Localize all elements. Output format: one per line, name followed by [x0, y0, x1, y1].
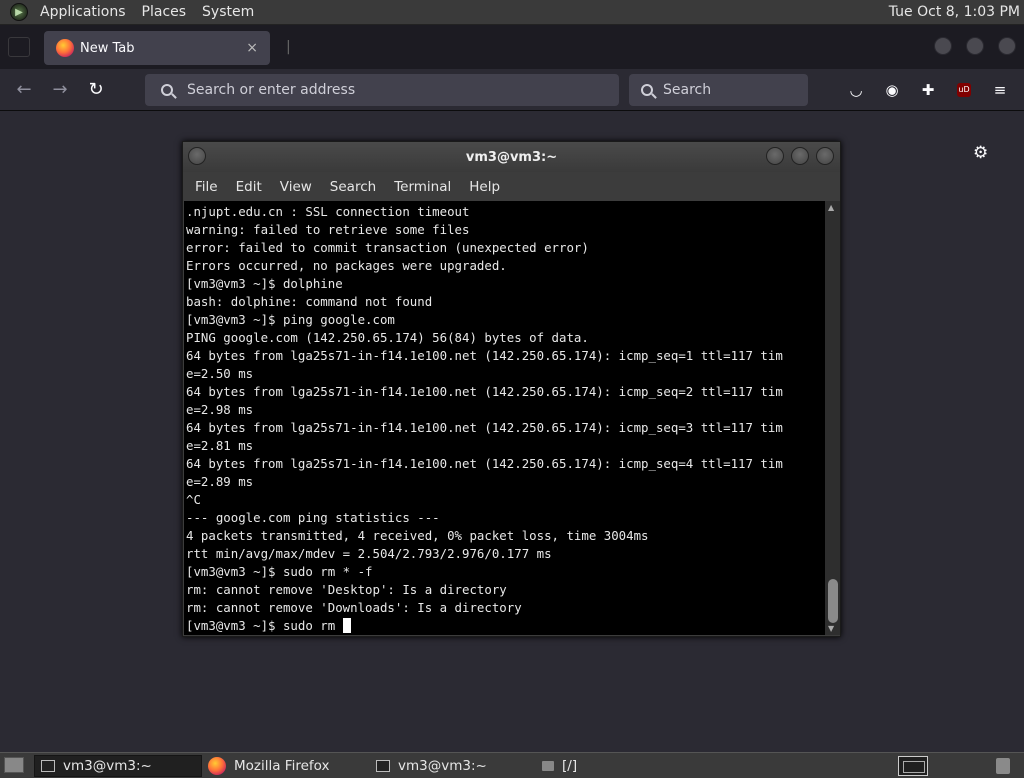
- places-menu[interactable]: Places: [134, 0, 195, 25]
- browser-tab-bar: New Tab × |: [0, 25, 1024, 69]
- terminal-line: [vm3@vm3 ~]$ ping google.com: [186, 312, 395, 327]
- panel-clock[interactable]: Tue Oct 8, 1:03 PM: [889, 4, 1024, 20]
- terminal-line: error: failed to commit transaction (une…: [186, 240, 589, 255]
- menu-view[interactable]: View: [271, 179, 321, 195]
- extensions-icon[interactable]: ✚: [918, 80, 938, 100]
- firefox-view-icon[interactable]: [8, 37, 30, 57]
- system-menu[interactable]: System: [194, 0, 262, 25]
- terminal-prompt-line: [vm3@vm3 ~]$ sudo rm: [186, 618, 343, 633]
- terminal-line: 64 bytes from lga25s71-in-f14.1e100.net …: [186, 420, 783, 435]
- taskbar-item-terminal[interactable]: vm3@vm3:~: [34, 755, 202, 777]
- terminal-menubar: File Edit View Search Terminal Help: [183, 172, 840, 201]
- url-placeholder: Search or enter address: [187, 82, 356, 98]
- window-menu-button[interactable]: [188, 147, 206, 165]
- minimize-button[interactable]: [934, 37, 952, 55]
- search-icon: [161, 84, 173, 96]
- url-bar[interactable]: Search or enter address: [145, 74, 619, 106]
- bottom-panel: vm3@vm3:~ Mozilla Firefox vm3@vm3:~ [/]: [0, 752, 1024, 778]
- terminal-window[interactable]: vm3@vm3:~ File Edit View Search Terminal…: [182, 141, 841, 637]
- ublock-icon[interactable]: uD: [957, 83, 971, 97]
- taskbar-item-label: [/]: [562, 758, 578, 774]
- menu-search[interactable]: Search: [321, 179, 385, 195]
- menu-edit[interactable]: Edit: [227, 179, 271, 195]
- terminal-cursor: [342, 618, 351, 633]
- terminal-line: ^C: [186, 492, 201, 507]
- terminal-line: --- google.com ping statistics ---: [186, 510, 440, 525]
- terminal-line: [vm3@vm3 ~]$ dolphine: [186, 276, 343, 291]
- maximize-button[interactable]: [966, 37, 984, 55]
- terminal-title: vm3@vm3:~: [465, 149, 558, 165]
- applications-logo-icon[interactable]: ▶: [10, 3, 28, 21]
- terminal-line: 64 bytes from lga25s71-in-f14.1e100.net …: [186, 348, 783, 363]
- close-icon[interactable]: ×: [246, 40, 258, 56]
- search-placeholder: Search: [663, 82, 712, 98]
- terminal-line: [vm3@vm3 ~]$ sudo rm * -f: [186, 564, 373, 579]
- pocket-icon[interactable]: ◡: [846, 80, 866, 100]
- top-panel: ▶ Applications Places System Tue Oct 8, …: [0, 0, 1024, 25]
- menu-file[interactable]: File: [186, 179, 227, 195]
- new-tab-button[interactable]: |: [286, 39, 291, 55]
- back-arrow-icon[interactable]: ←: [12, 78, 36, 102]
- firefox-icon: [56, 39, 74, 57]
- scroll-down-icon[interactable]: ▼: [828, 624, 834, 633]
- terminal-line: bash: dolphine: command not found: [186, 294, 433, 309]
- tab-title: New Tab: [80, 40, 135, 56]
- terminal-icon: [376, 760, 390, 772]
- terminal-line: rm: cannot remove 'Downloads': Is a dire…: [186, 600, 522, 615]
- terminal-line: .njupt.edu.cn : SSL connection timeout: [186, 204, 470, 219]
- terminal-line: rtt min/avg/max/mdev = 2.504/2.793/2.976…: [186, 546, 552, 561]
- maximize-button[interactable]: [791, 147, 809, 165]
- tab-new-tab[interactable]: New Tab ×: [44, 31, 270, 65]
- taskbar-item-label: Mozilla Firefox: [234, 758, 330, 774]
- applications-menu[interactable]: Applications: [32, 0, 134, 25]
- gear-icon[interactable]: ⚙: [973, 143, 988, 163]
- window-controls: [934, 37, 1016, 55]
- taskbar-item-terminal-2[interactable]: vm3@vm3:~: [370, 755, 534, 777]
- browser-nav-bar: ← → ↻ Search or enter address Search ◡ ◉…: [0, 69, 1024, 111]
- search-input[interactable]: Search: [629, 74, 808, 106]
- taskbar-item-files[interactable]: [/]: [536, 755, 706, 777]
- terminal-line: e=2.98 ms: [186, 402, 254, 417]
- taskbar-item-label: vm3@vm3:~: [63, 758, 152, 774]
- reload-icon[interactable]: ↻: [84, 78, 108, 102]
- menu-terminal[interactable]: Terminal: [385, 179, 460, 195]
- close-window-button[interactable]: [998, 37, 1016, 55]
- terminal-line: 64 bytes from lga25s71-in-f14.1e100.net …: [186, 384, 783, 399]
- terminal-screen[interactable]: .njupt.edu.cn : SSL connection timeout w…: [184, 201, 825, 635]
- taskbar-item-firefox[interactable]: Mozilla Firefox: [204, 755, 366, 777]
- firefox-icon: [208, 757, 226, 775]
- terminal-line: 64 bytes from lga25s71-in-f14.1e100.net …: [186, 456, 783, 471]
- menu-help[interactable]: Help: [460, 179, 509, 195]
- terminal-line: PING google.com (142.250.65.174) 56(84) …: [186, 330, 589, 345]
- search-icon: [641, 84, 653, 96]
- forward-arrow-icon[interactable]: →: [48, 78, 72, 102]
- terminal-titlebar[interactable]: vm3@vm3:~: [183, 142, 840, 172]
- trash-icon[interactable]: [996, 758, 1010, 774]
- terminal-line: rm: cannot remove 'Desktop': Is a direct…: [186, 582, 507, 597]
- terminal-line: 4 packets transmitted, 4 received, 0% pa…: [186, 528, 649, 543]
- menu-hamburger-icon[interactable]: ≡: [990, 80, 1010, 100]
- scroll-up-icon[interactable]: ▲: [828, 203, 834, 212]
- account-icon[interactable]: ◉: [882, 80, 902, 100]
- terminal-line: e=2.50 ms: [186, 366, 254, 381]
- terminal-line: Errors occurred, no packages were upgrad…: [186, 258, 507, 273]
- terminal-line: e=2.81 ms: [186, 438, 254, 453]
- scrollbar-thumb[interactable]: [828, 579, 838, 623]
- terminal-line: e=2.89 ms: [186, 474, 254, 489]
- show-desktop-icon[interactable]: [4, 757, 24, 773]
- terminal-output: .njupt.edu.cn : SSL connection timeout w…: [184, 201, 825, 635]
- close-button[interactable]: [816, 147, 834, 165]
- minimize-button[interactable]: [766, 147, 784, 165]
- taskbar-item-label: vm3@vm3:~: [398, 758, 487, 774]
- terminal-icon: [41, 760, 55, 772]
- panel-menus: Applications Places System: [32, 0, 262, 24]
- terminal-line: warning: failed to retrieve some files: [186, 222, 470, 237]
- workspace-switcher[interactable]: [898, 756, 928, 776]
- folder-icon: [542, 761, 554, 771]
- terminal-scrollbar[interactable]: ▲ ▼: [825, 201, 840, 635]
